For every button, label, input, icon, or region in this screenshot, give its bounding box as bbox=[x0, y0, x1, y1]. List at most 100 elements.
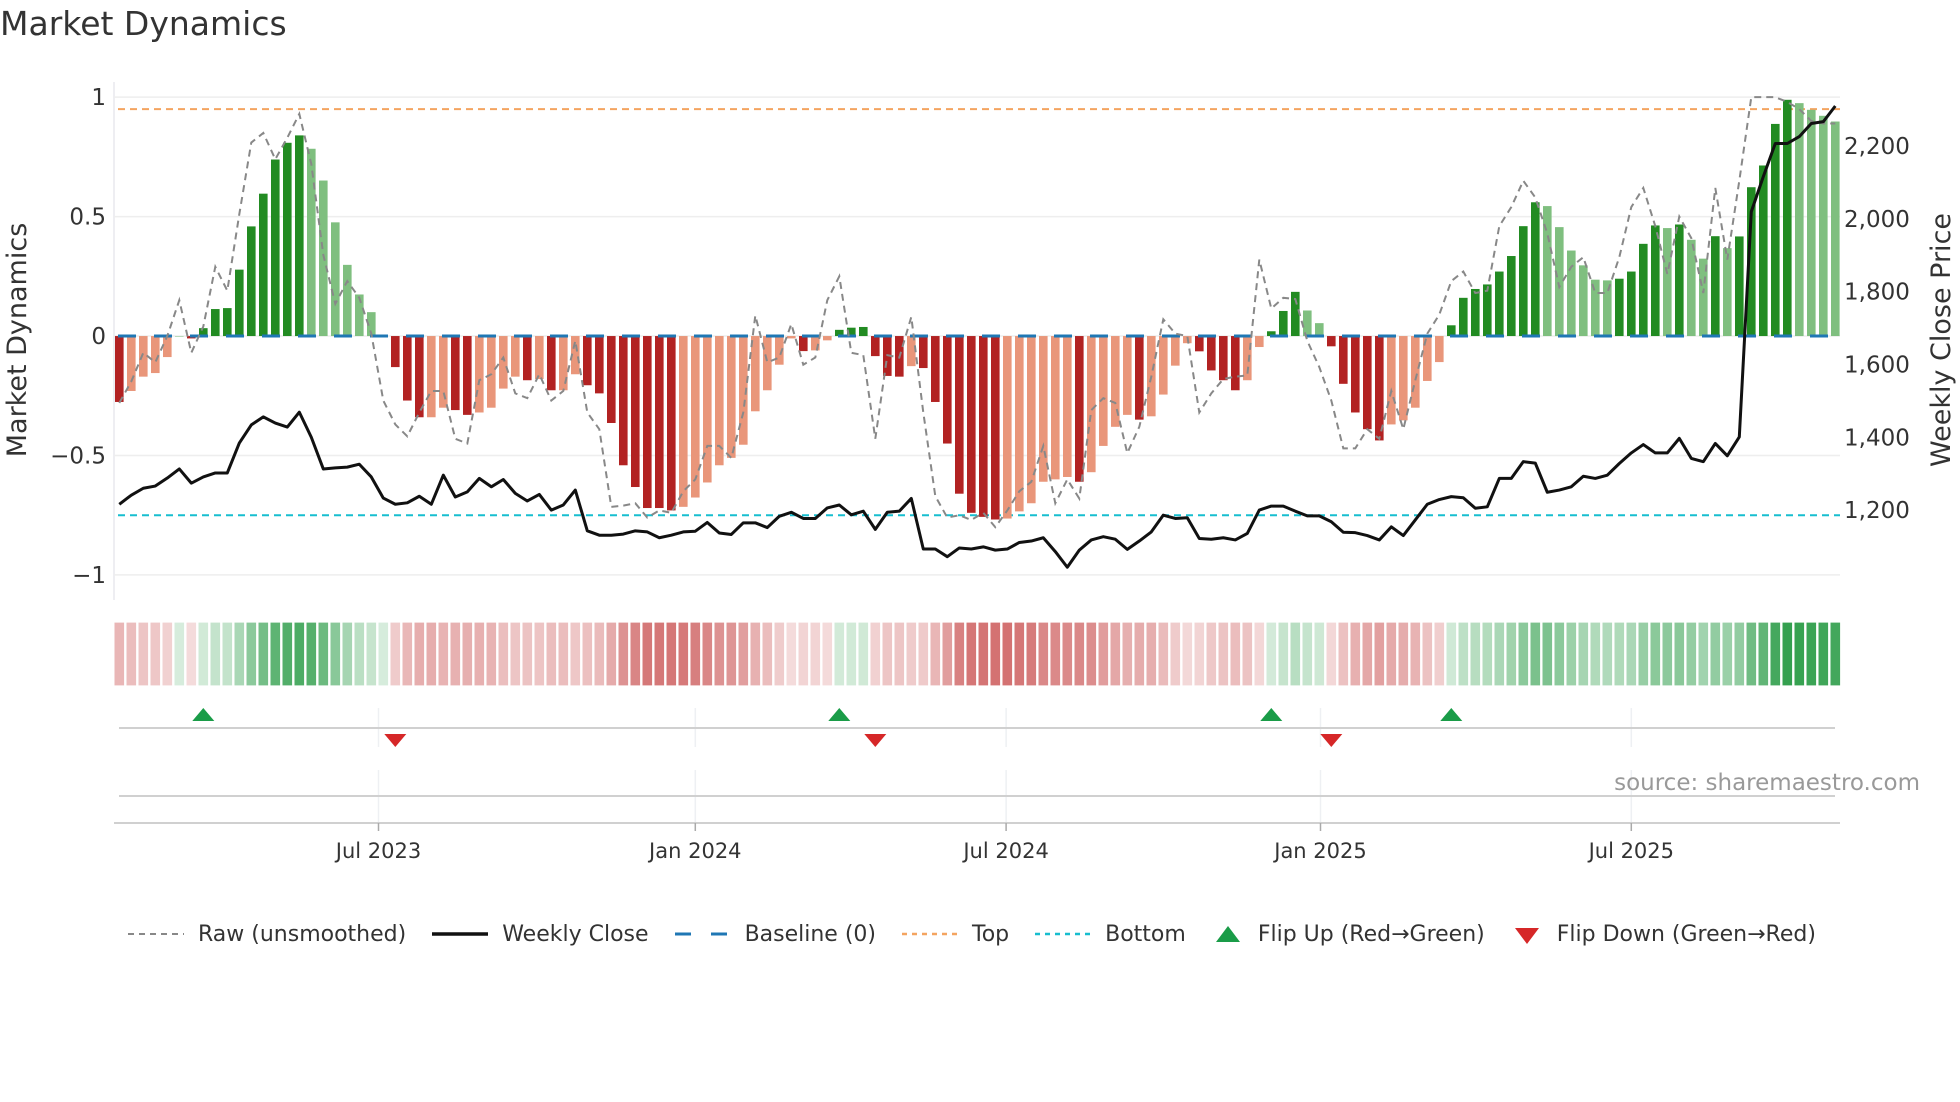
dynamics-bar bbox=[235, 269, 244, 337]
heatmap-cell bbox=[1325, 621, 1338, 687]
heatmap-cell bbox=[1013, 621, 1026, 687]
heatmap-cell bbox=[1361, 621, 1374, 687]
heatmap-cell bbox=[533, 621, 546, 687]
heatmap-cell bbox=[1625, 621, 1638, 687]
dynamics-bar bbox=[1723, 248, 1732, 337]
dynamics-bar bbox=[1459, 297, 1468, 337]
dynamics-bar bbox=[1075, 336, 1084, 482]
heatmap-cell bbox=[689, 621, 702, 687]
dynamics-bar bbox=[115, 336, 124, 402]
dynamics-bar bbox=[787, 336, 796, 339]
heatmap-cell bbox=[137, 621, 150, 687]
legend-dashed-grey-icon bbox=[128, 932, 184, 935]
dynamics-bar bbox=[931, 336, 940, 402]
dynamics-bar bbox=[499, 336, 508, 389]
dynamics-bar bbox=[1675, 224, 1684, 337]
heatmap-cell bbox=[821, 621, 834, 687]
heatmap-cell bbox=[497, 621, 510, 687]
dynamics-bar bbox=[979, 336, 988, 517]
heatmap-cell bbox=[737, 621, 750, 687]
dynamics-bar bbox=[163, 336, 172, 358]
flip-down-marker bbox=[1320, 734, 1343, 747]
heatmap-cell bbox=[485, 621, 498, 687]
heatmap-cell bbox=[1457, 621, 1470, 687]
dynamics-bar bbox=[607, 336, 616, 423]
dynamics-bar bbox=[1063, 336, 1072, 477]
legend-solid-black-icon bbox=[432, 931, 489, 936]
dynamics-bar bbox=[991, 336, 1000, 520]
heatmap-cell bbox=[1301, 621, 1314, 687]
heatmap-cell bbox=[1073, 621, 1086, 687]
heatmap-cell bbox=[773, 621, 786, 687]
heatmap-cell bbox=[425, 621, 438, 687]
legend-item-dashed-blue: Baseline (0) bbox=[673, 922, 876, 947]
heatmap-cell bbox=[245, 621, 258, 687]
heatmap-cell bbox=[401, 621, 414, 687]
legend: Raw (unsmoothed) Weekly Close Baseline (0)… bbox=[126, 922, 1840, 947]
heatmap-cell bbox=[341, 621, 354, 687]
heatmap-cell bbox=[197, 621, 210, 687]
heatmap-cell bbox=[353, 621, 366, 687]
dynamics-bar bbox=[487, 336, 496, 408]
heatmap-cell bbox=[473, 621, 486, 687]
heatmap-cell bbox=[1673, 621, 1686, 687]
y-tick-label: −1 bbox=[72, 563, 106, 589]
legend-dotted-cyan-icon bbox=[1035, 932, 1092, 935]
flip-up-marker bbox=[828, 708, 851, 721]
dynamics-bar bbox=[1099, 336, 1108, 446]
heatmap-cell bbox=[377, 621, 390, 687]
heatmap-cell bbox=[1493, 621, 1506, 687]
legend-dotted-orange-icon bbox=[902, 932, 958, 935]
heatmap-cell bbox=[653, 621, 666, 687]
dynamics-bar bbox=[247, 226, 256, 337]
heatmap-cell bbox=[461, 621, 474, 687]
heatmap-cell bbox=[449, 621, 462, 687]
dynamics-bar bbox=[1159, 336, 1168, 395]
dynamics-bar bbox=[271, 159, 280, 337]
y2-tick-label: 2,200 bbox=[1844, 134, 1910, 160]
heatmap-cell bbox=[869, 621, 882, 687]
legend-dashed-blue-icon bbox=[674, 932, 731, 935]
legend-label: Weekly Close bbox=[502, 922, 649, 947]
legend-item-dotted-cyan: Bottom bbox=[1033, 922, 1186, 947]
heatmap-cell bbox=[365, 621, 378, 687]
heatmap-cell bbox=[1649, 621, 1662, 687]
heatmap-cell bbox=[221, 621, 234, 687]
y2-tick-label: 1,600 bbox=[1844, 352, 1910, 378]
heatmap-cell bbox=[1253, 621, 1266, 687]
heatmap-cell bbox=[965, 621, 978, 687]
legend-label: Raw (unsmoothed) bbox=[198, 922, 407, 947]
dynamics-bar bbox=[583, 336, 592, 386]
y-axis-label: Market Dynamics bbox=[2, 223, 33, 458]
x-tick-label: Jan 2025 bbox=[1272, 839, 1367, 863]
dynamics-bar bbox=[523, 336, 532, 381]
heatmap-cell bbox=[1745, 621, 1758, 687]
dynamics-bar bbox=[1051, 336, 1060, 480]
dynamics-bar bbox=[1351, 336, 1360, 413]
heatmap-cell bbox=[977, 621, 990, 687]
dynamics-bar bbox=[619, 336, 628, 466]
dynamics-bar bbox=[151, 336, 160, 374]
heatmap-cell bbox=[1685, 621, 1698, 687]
heatmap-cell bbox=[989, 621, 1002, 687]
heatmap-cell bbox=[701, 621, 714, 687]
dynamics-bar bbox=[1039, 336, 1048, 482]
dynamics-bar bbox=[1483, 284, 1492, 337]
dynamics-bar bbox=[1015, 336, 1024, 512]
heatmap-cell bbox=[665, 621, 678, 687]
heatmap-cell bbox=[1385, 621, 1398, 687]
y2-tick-label: 1,200 bbox=[1844, 498, 1910, 524]
heatmap-cell bbox=[1229, 621, 1242, 687]
heatmap-cell bbox=[1781, 621, 1794, 687]
heatmap-cell bbox=[1097, 621, 1110, 687]
y2-tick-label: 1,400 bbox=[1844, 425, 1910, 451]
heatmap-cell bbox=[125, 621, 138, 687]
heatmap-cell bbox=[833, 621, 846, 687]
heatmap-cell bbox=[605, 621, 618, 687]
x-tick-label: Jul 2024 bbox=[961, 839, 1048, 863]
dynamics-bar bbox=[1207, 336, 1216, 371]
heatmap-cell bbox=[929, 621, 942, 687]
heatmap-cell bbox=[1037, 621, 1050, 687]
heatmap-cell bbox=[1373, 621, 1386, 687]
dynamics-bar bbox=[283, 142, 292, 337]
